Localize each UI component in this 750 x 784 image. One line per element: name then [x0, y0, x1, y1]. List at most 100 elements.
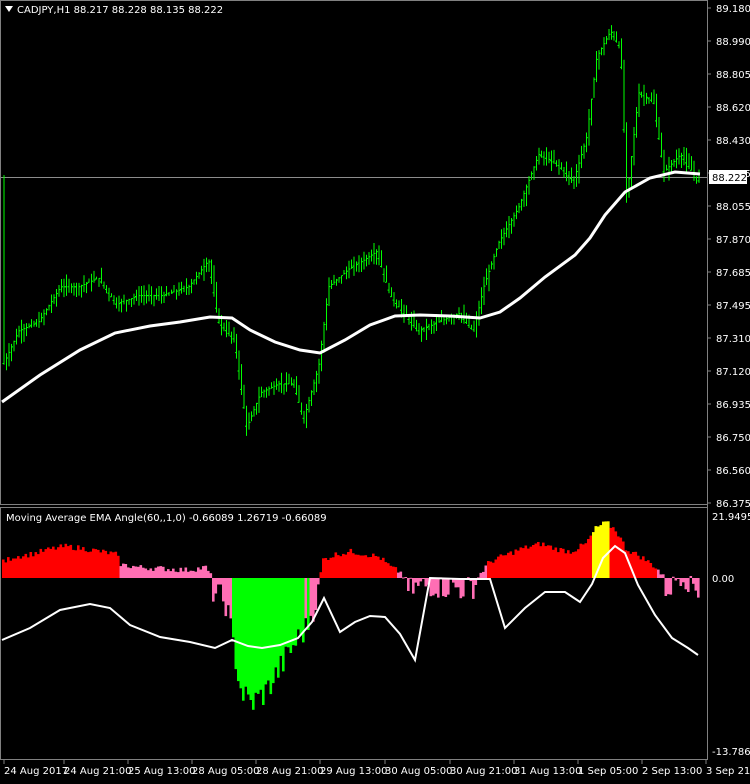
histogram-bar: [249, 578, 253, 700]
histogram-bar: [259, 578, 263, 690]
histogram-bar: [114, 551, 118, 578]
histogram-bar: [652, 567, 655, 578]
histogram-bar: [277, 578, 280, 678]
histogram-bar: [154, 567, 158, 578]
histogram-bar: [589, 535, 593, 578]
histogram-bar: [499, 554, 503, 578]
histogram-bar: [239, 578, 243, 689]
histogram-bar: [257, 578, 260, 694]
histogram-bar: [532, 545, 535, 578]
histogram-bar: [297, 578, 300, 630]
histogram-bar: [44, 549, 48, 578]
histogram-bar: [674, 578, 678, 581]
histogram-bar: [64, 543, 68, 578]
histogram-bar: [252, 578, 255, 710]
histogram-bar: [29, 552, 33, 578]
histogram-bar: [354, 554, 358, 578]
histogram-bar: [74, 550, 78, 578]
histogram-bar: [22, 556, 25, 578]
histogram-bar: [379, 559, 383, 578]
histogram-bar: [37, 554, 40, 578]
histogram-bar: [574, 551, 578, 578]
histogram-bar: [414, 578, 418, 583]
histogram-bar: [159, 566, 163, 578]
histogram-bar: [419, 578, 423, 582]
histogram-bar: [599, 525, 603, 578]
histogram-bar: [24, 553, 28, 578]
histogram-bar: [364, 555, 368, 578]
histogram-bar: [47, 547, 50, 578]
histogram-bar: [294, 578, 298, 646]
histogram-bar: [392, 566, 395, 578]
time-label: 28 Aug 05:00: [192, 766, 259, 777]
histogram-bar: [139, 565, 143, 578]
histogram-bar: [514, 549, 518, 578]
histogram-bar: [617, 536, 620, 578]
histogram-bar: [667, 578, 670, 595]
histogram-bar: [204, 565, 208, 578]
histogram-bar: [152, 570, 155, 578]
histogram-bar: [389, 565, 393, 578]
histogram-bar: [684, 578, 688, 590]
histogram-bar: [69, 544, 73, 578]
price-axis: 89.18088.99088.80588.62088.43088.24588.0…: [707, 4, 750, 510]
histogram-bar: [517, 550, 520, 578]
histogram-bar: [57, 547, 60, 578]
indicator-max-label: 21.94955: [712, 512, 750, 523]
histogram-bar: [137, 566, 140, 578]
histogram-bar: [42, 551, 45, 578]
histogram-bar: [132, 565, 135, 578]
time-label: 24 Aug 21:00: [64, 766, 131, 777]
histogram-bar: [412, 578, 415, 594]
histogram-bar: [12, 558, 15, 578]
histogram-bar: [194, 571, 198, 578]
histogram-bar: [262, 578, 265, 705]
price-level-label: 86.935: [716, 400, 750, 411]
price-level-label: 87.310: [716, 334, 750, 345]
histogram-bar: [672, 576, 675, 578]
histogram-bar: [169, 571, 173, 578]
histogram-bar: [639, 559, 643, 578]
histogram-bar: [502, 555, 505, 578]
histogram-bar: [557, 552, 560, 578]
histogram-bar: [642, 556, 645, 578]
histogram-bar: [167, 569, 170, 578]
indicator-header: Moving Average EMA Angle(60,,1,0) -0.660…: [6, 513, 327, 524]
histogram-bar: [147, 570, 150, 578]
chart-canvas[interactable]: 89.18088.99088.80588.62088.43088.24588.0…: [0, 0, 750, 780]
histogram-bar: [222, 578, 225, 602]
histogram-bar: [172, 568, 175, 578]
histogram-bar: [129, 568, 133, 578]
histogram-bar: [142, 567, 145, 578]
histogram-bar: [559, 548, 563, 578]
histogram-bar: [254, 578, 258, 693]
time-label: 28 Aug 21:00: [256, 766, 323, 777]
histogram-bar: [634, 551, 638, 578]
triangle-down-icon[interactable]: [5, 6, 13, 12]
histogram-bar: [162, 566, 165, 578]
histogram-bar: [247, 578, 250, 695]
price-level-label: 87.120: [716, 367, 750, 378]
histogram-bar: [479, 572, 483, 578]
histogram-bar: [509, 551, 513, 578]
price-level-label: 88.805: [716, 70, 750, 81]
histogram-bar: [472, 578, 475, 599]
time-label: 25 Aug 13:00: [128, 766, 195, 777]
price-level-label: 88.990: [716, 37, 750, 48]
time-axis: 24 Aug 201724 Aug 21:0025 Aug 13:0028 Au…: [3, 760, 750, 777]
histogram-bar: [19, 558, 23, 578]
histogram-bar: [2, 559, 5, 578]
histogram-bar: [119, 566, 123, 578]
histogram-bar: [579, 543, 583, 578]
histogram-group: [2, 521, 700, 710]
histogram-bar: [689, 576, 693, 578]
histogram-bar: [349, 548, 353, 578]
histogram-bar: [334, 552, 338, 578]
histogram-bar: [434, 578, 438, 594]
histogram-bar: [504, 555, 508, 578]
histogram-bar: [697, 578, 700, 598]
histogram-bar: [387, 563, 390, 578]
histogram-bar: [422, 578, 425, 579]
histogram-bar: [692, 578, 695, 584]
histogram-bar: [309, 578, 313, 616]
